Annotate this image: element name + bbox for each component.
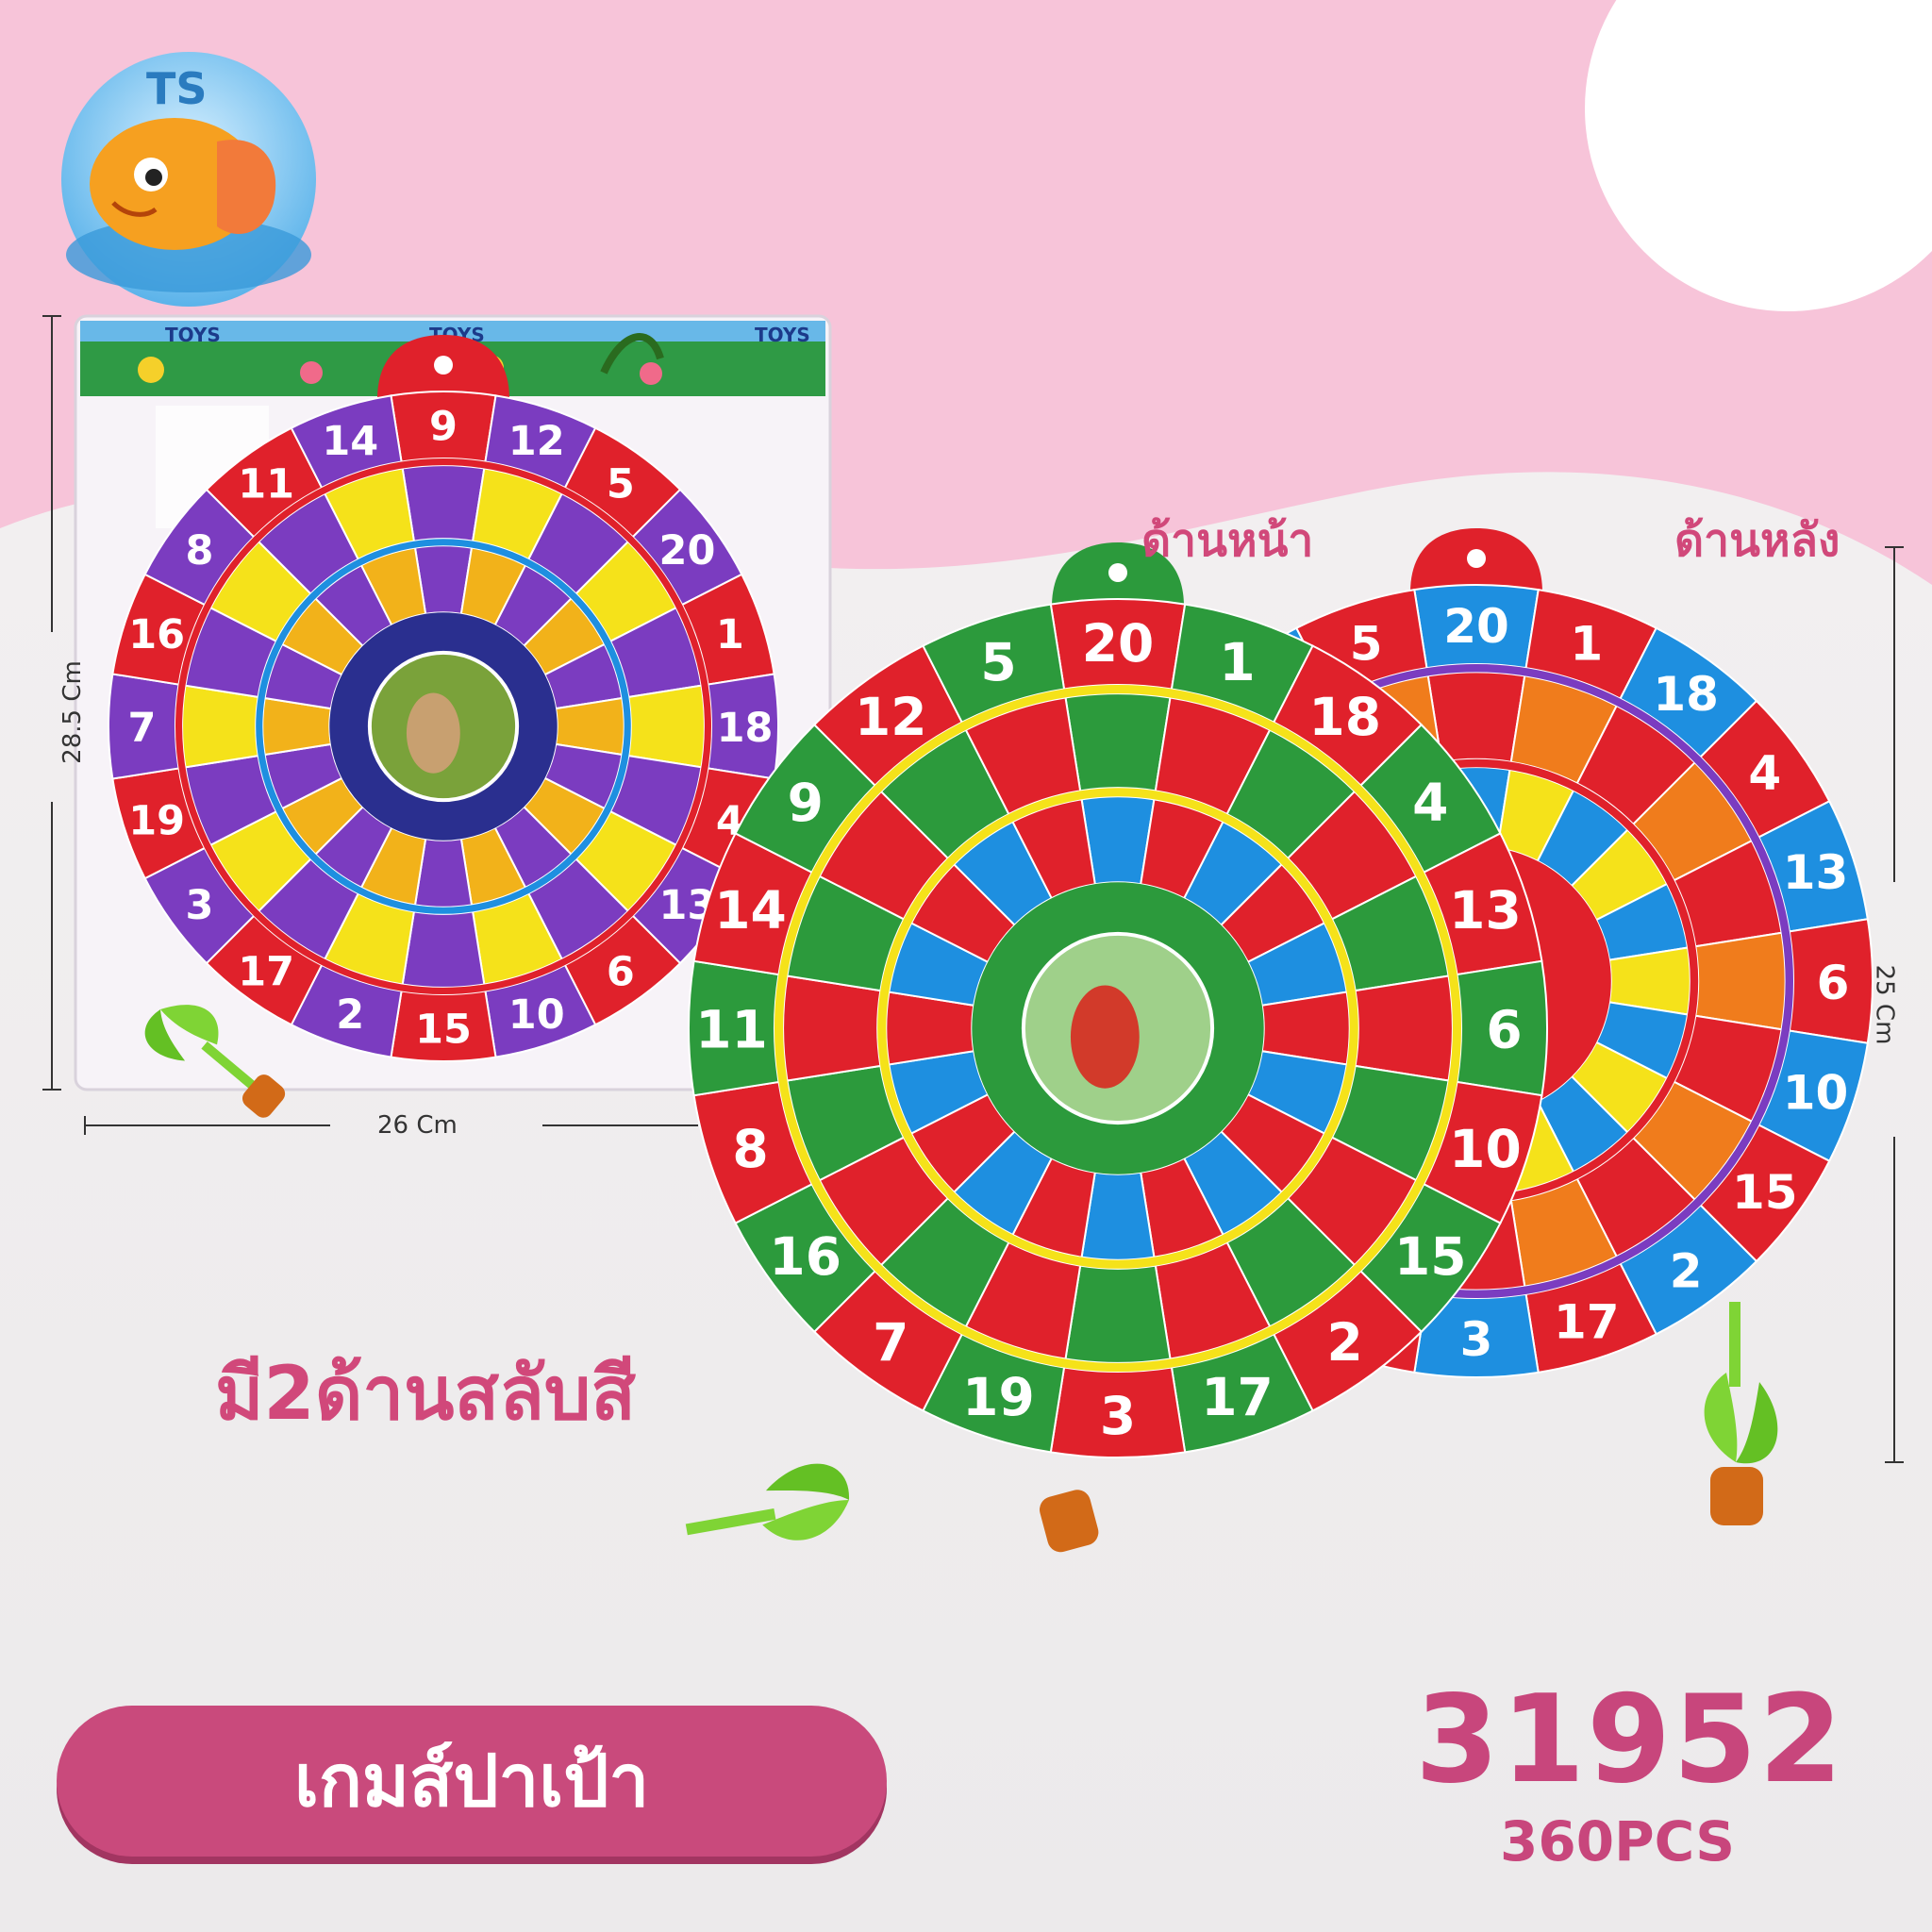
board-segment (782, 974, 882, 1082)
board-number-label: 4 (1748, 746, 1781, 801)
board-segment (181, 684, 259, 769)
board-number-label: 5 (1350, 616, 1383, 671)
board-number-label: 1 (1219, 632, 1255, 692)
board-number-label: 1 (1570, 616, 1603, 671)
front-side-label: ด้านหน้า (1141, 514, 1314, 567)
dart-tip-icon (1710, 1467, 1763, 1525)
board-number-label: 5 (980, 632, 1016, 692)
board-number-label: 6 (1486, 999, 1522, 1059)
board-number-label: 3 (1100, 1386, 1136, 1446)
board-number-label: 17 (238, 948, 294, 995)
board-number-label: 2 (336, 991, 364, 1039)
board-number-label: 7 (873, 1312, 908, 1373)
board-number-label: 14 (714, 880, 787, 941)
board-number-label: 8 (732, 1119, 768, 1179)
back-dimension-label: 25 Cm (1870, 964, 1899, 1045)
board-number-label: 6 (1817, 956, 1850, 1010)
board-number-label: 20 (1082, 613, 1155, 674)
board-number-label: 18 (1308, 687, 1381, 747)
board-segment (1064, 1264, 1172, 1364)
board-number-label: 16 (769, 1226, 841, 1287)
board-segment (1064, 692, 1172, 792)
board-segment (401, 910, 486, 989)
board-number-label: 16 (128, 611, 185, 658)
board-number-label: 15 (415, 1006, 472, 1053)
board-segment (1694, 931, 1787, 1031)
center-picture-figure (1070, 985, 1140, 1089)
board-number-label: 10 (508, 991, 565, 1039)
product-quantity: 360PCS (1500, 1809, 1735, 1874)
board-number-label: 7 (128, 705, 157, 752)
height-dimension-label: 28.5 Cm (58, 660, 87, 764)
package-header-text: TOYS (755, 324, 810, 346)
two-sides-tagline: มี2ด้านสลับสี (215, 1352, 636, 1437)
board-number-label: 15 (1394, 1226, 1467, 1287)
board-segment (627, 684, 706, 769)
board-number-label: 19 (128, 798, 185, 845)
board-number-label: 12 (508, 418, 565, 465)
board-number-label: 13 (1783, 845, 1849, 900)
board-number-label: 6 (607, 948, 635, 995)
hanger-hole (1108, 563, 1127, 582)
board-segment (401, 464, 486, 542)
hanger-hole (1467, 549, 1486, 568)
product-title: เกมส์ปาเป้า (293, 1739, 650, 1823)
logo-text: TS (146, 63, 208, 114)
board-segment (1354, 974, 1454, 1082)
board-number-label: 18 (717, 705, 774, 752)
hanger-hole (434, 356, 453, 375)
center-picture-figure (406, 692, 460, 774)
background-scene: TS TOYS TOYS TOYS 9 125201184136101521731… (0, 0, 1932, 1932)
board-number-label: 18 (1653, 667, 1719, 722)
package-header-text: TOYS (165, 324, 221, 346)
board-number-label: 2 (1327, 1312, 1363, 1373)
board-number-label: 9 (429, 403, 458, 450)
board-number-label: 11 (695, 999, 768, 1059)
board-number-label: 13 (1449, 880, 1522, 941)
board-number-label: 12 (855, 687, 927, 747)
board-number-label: 2 (1670, 1244, 1703, 1299)
board-number-label: 3 (186, 882, 214, 929)
brand-logo: TS (61, 52, 316, 307)
board-number-label: 14 (322, 418, 378, 465)
board-number-label: 15 (1732, 1165, 1798, 1220)
product-code: 31952 (1415, 1670, 1845, 1810)
product-title-banner: เกมส์ปาเป้า (57, 1706, 887, 1857)
board-number-label: 10 (1783, 1066, 1849, 1121)
board-number-label: 8 (186, 527, 214, 575)
board-number-label: 9 (788, 773, 824, 833)
board-number-label: 19 (962, 1367, 1035, 1427)
board-number-label: 11 (238, 460, 294, 508)
board-number-label: 20 (1443, 599, 1509, 654)
board-number-label: 17 (1554, 1294, 1620, 1349)
board-number-label: 1 (716, 611, 744, 658)
board-number-label: 3 (1460, 1312, 1493, 1367)
width-dimension-label: 26 Cm (377, 1111, 458, 1140)
board-number-label: 5 (607, 460, 635, 508)
board-number-label: 4 (1412, 773, 1448, 833)
board-number-label: 17 (1201, 1367, 1274, 1427)
board-number-label: 20 (659, 527, 716, 575)
back-side-label: ด้านหลัง (1674, 514, 1840, 567)
board-number-label: 10 (1449, 1119, 1522, 1179)
